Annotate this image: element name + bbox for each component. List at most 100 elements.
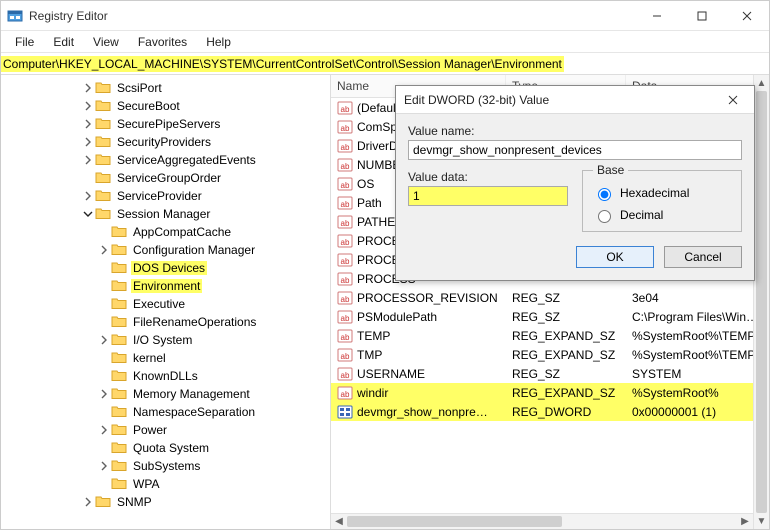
- scroll-left-icon[interactable]: ◀: [331, 514, 347, 529]
- svg-text:ab: ab: [341, 105, 350, 114]
- maximize-button[interactable]: [679, 1, 724, 31]
- list-row[interactable]: abTMPREG_EXPAND_SZ%SystemRoot%\TEMP: [331, 345, 769, 364]
- svg-text:ab: ab: [341, 295, 350, 304]
- scroll-track[interactable]: [347, 514, 737, 529]
- expander-none: [97, 441, 111, 455]
- expander-none: [97, 405, 111, 419]
- dialog-titlebar[interactable]: Edit DWORD (32-bit) Value: [396, 86, 754, 114]
- list-horizontal-scrollbar[interactable]: ◀ ▶: [331, 513, 753, 529]
- expander-expand-icon[interactable]: [97, 387, 111, 401]
- folder-icon: [111, 440, 127, 457]
- svg-text:ab: ab: [341, 371, 350, 380]
- scroll-down-icon[interactable]: ▼: [754, 513, 769, 529]
- svg-text:ab: ab: [341, 143, 350, 152]
- list-row[interactable]: devmgr_show_nonpre…REG_DWORD0x00000001 (…: [331, 402, 769, 421]
- dialog-title: Edit DWORD (32-bit) Value: [404, 93, 720, 107]
- tree-item[interactable]: SecurityProviders: [1, 133, 330, 151]
- string-value-icon: ab: [337, 233, 353, 249]
- cancel-button[interactable]: Cancel: [664, 246, 742, 268]
- tree-item[interactable]: ServiceProvider: [1, 187, 330, 205]
- tree-item-label: kernel: [131, 351, 168, 365]
- folder-icon: [111, 278, 127, 295]
- scroll-thumb[interactable]: [756, 91, 767, 513]
- expander-expand-icon[interactable]: [97, 243, 111, 257]
- tree-item[interactable]: SubSystems: [1, 457, 330, 475]
- tree-item[interactable]: Executive: [1, 295, 330, 313]
- string-value-icon: ab: [337, 176, 353, 192]
- value-data-input[interactable]: [408, 186, 568, 206]
- tree-item[interactable]: SecurePipeServers: [1, 115, 330, 133]
- tree-item-label: Quota System: [131, 441, 211, 455]
- string-value-icon: ab: [337, 252, 353, 268]
- expander-expand-icon[interactable]: [97, 423, 111, 437]
- menu-favorites[interactable]: Favorites: [130, 33, 195, 51]
- expander-expand-icon[interactable]: [81, 99, 95, 113]
- tree-item[interactable]: SecureBoot: [1, 97, 330, 115]
- expander-expand-icon[interactable]: [81, 495, 95, 509]
- tree-item[interactable]: SNMP: [1, 493, 330, 511]
- tree-item[interactable]: ServiceAggregatedEvents: [1, 151, 330, 169]
- tree-item[interactable]: Memory Management: [1, 385, 330, 403]
- expander-expand-icon[interactable]: [81, 153, 95, 167]
- tree-item[interactable]: AppCompatCache: [1, 223, 330, 241]
- tree-item[interactable]: FileRenameOperations: [1, 313, 330, 331]
- string-value-icon: ab: [337, 157, 353, 173]
- expander-expand-icon[interactable]: [81, 117, 95, 131]
- string-value-icon: ab: [337, 214, 353, 230]
- tree-item[interactable]: ServiceGroupOrder: [1, 169, 330, 187]
- tree-item[interactable]: KnownDLLs: [1, 367, 330, 385]
- radio-hexadecimal[interactable]: Hexadecimal: [593, 185, 731, 201]
- scroll-thumb[interactable]: [347, 516, 562, 527]
- expander-collapse-icon[interactable]: [81, 207, 95, 221]
- list-vertical-scrollbar[interactable]: ▲ ▼: [753, 75, 769, 529]
- svg-text:ab: ab: [341, 238, 350, 247]
- list-row[interactable]: abwindirREG_EXPAND_SZ%SystemRoot%: [331, 383, 769, 402]
- tree-item[interactable]: kernel: [1, 349, 330, 367]
- folder-icon: [111, 224, 127, 241]
- list-row[interactable]: abTEMPREG_EXPAND_SZ%SystemRoot%\TEMP: [331, 326, 769, 345]
- list-row[interactable]: abUSERNAMEREG_SZSYSTEM: [331, 364, 769, 383]
- tree-item[interactable]: I/O System: [1, 331, 330, 349]
- radio-decimal[interactable]: Decimal: [593, 207, 731, 223]
- tree-item[interactable]: DOS Devices: [1, 259, 330, 277]
- tree-item-label: KnownDLLs: [131, 369, 200, 383]
- minimize-button[interactable]: [634, 1, 679, 31]
- expander-expand-icon[interactable]: [97, 333, 111, 347]
- scroll-track[interactable]: [754, 91, 769, 513]
- close-button[interactable]: [724, 1, 769, 31]
- menu-view[interactable]: View: [85, 33, 127, 51]
- expander-none: [81, 171, 95, 185]
- string-value-icon: ab: [337, 309, 353, 325]
- tree-item[interactable]: Quota System: [1, 439, 330, 457]
- tree-item[interactable]: Session Manager: [1, 205, 330, 223]
- tree-item[interactable]: Configuration Manager: [1, 241, 330, 259]
- list-row[interactable]: abPSModulePathREG_SZC:\Program Files\Win…: [331, 307, 769, 326]
- tree-item-label: I/O System: [131, 333, 194, 347]
- key-tree[interactable]: ScsiPortSecureBootSecurePipeServersSecur…: [1, 75, 331, 529]
- dialog-close-button[interactable]: [720, 87, 746, 113]
- tree-item-label: Executive: [131, 297, 187, 311]
- menu-file[interactable]: File: [7, 33, 42, 51]
- tree-item[interactable]: NamespaceSeparation: [1, 403, 330, 421]
- address-bar[interactable]: Computer\HKEY_LOCAL_MACHINE\SYSTEM\Curre…: [1, 53, 769, 75]
- tree-item[interactable]: Environment: [1, 277, 330, 295]
- tree-item[interactable]: Power: [1, 421, 330, 439]
- radio-hex-input[interactable]: [598, 188, 611, 201]
- expander-expand-icon[interactable]: [81, 189, 95, 203]
- radio-dec-input[interactable]: [598, 210, 611, 223]
- menu-help[interactable]: Help: [198, 33, 239, 51]
- list-row[interactable]: abPROCESSOR_REVISIONREG_SZ3e04: [331, 288, 769, 307]
- svg-text:ab: ab: [341, 181, 350, 190]
- expander-expand-icon[interactable]: [97, 459, 111, 473]
- tree-item[interactable]: WPA: [1, 475, 330, 493]
- value-name-input[interactable]: [408, 140, 742, 160]
- scroll-right-icon[interactable]: ▶: [737, 514, 753, 529]
- ok-button[interactable]: OK: [576, 246, 654, 268]
- scroll-up-icon[interactable]: ▲: [754, 75, 769, 91]
- folder-icon: [111, 476, 127, 493]
- expander-expand-icon[interactable]: [81, 81, 95, 95]
- menu-edit[interactable]: Edit: [45, 33, 82, 51]
- expander-expand-icon[interactable]: [81, 135, 95, 149]
- tree-item[interactable]: ScsiPort: [1, 79, 330, 97]
- folder-icon: [111, 296, 127, 313]
